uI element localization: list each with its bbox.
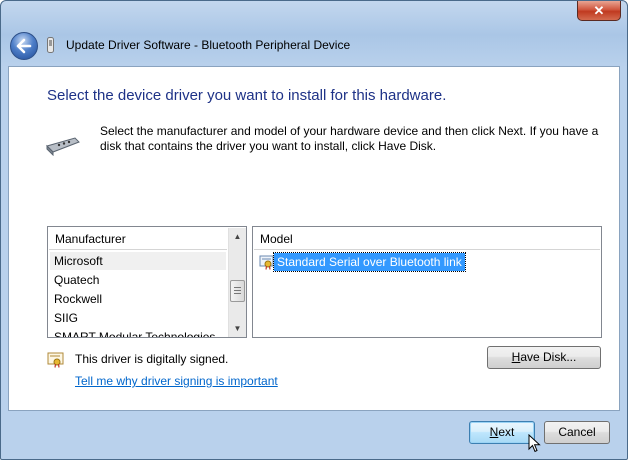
next-label: ext [498, 425, 515, 439]
scroll-down-arrow-icon[interactable]: ▼ [229, 320, 246, 337]
bluetooth-device-icon [47, 37, 54, 53]
manufacturer-item[interactable]: Rockwell [54, 292, 102, 306]
dialog-window: ✕ Update Driver Software - Bluetooth Per… [0, 0, 628, 460]
driver-certificate-icon [259, 255, 274, 270]
window-title: Update Driver Software - Bluetooth Perip… [66, 38, 351, 52]
signing-status-text: This driver is digitally signed. [75, 352, 229, 366]
back-button[interactable] [10, 32, 38, 60]
manufacturer-listbox[interactable]: Manufacturer Microsoft Quatech Rockwell … [47, 226, 247, 338]
page-heading: Select the device driver you want to ins… [47, 87, 447, 104]
scroll-up-arrow-icon[interactable]: ▲ [229, 228, 246, 245]
have-disk-label: ave Disk... [520, 350, 577, 364]
manufacturer-item[interactable]: SIIG [54, 311, 78, 325]
cancel-button[interactable]: Cancel [544, 421, 610, 444]
model-header-label: Model [260, 232, 293, 246]
model-listbox[interactable]: Model Standard Serial over Bluetooth lin… [252, 226, 602, 338]
back-arrow-icon [16, 38, 32, 54]
instructions-text: Select the manufacturer and model of you… [100, 124, 599, 153]
driver-signing-link[interactable]: Tell me why driver signing is important [75, 374, 278, 388]
hardware-connector-icon [46, 137, 80, 156]
manufacturer-item[interactable]: Quatech [54, 273, 99, 287]
model-item-label: Standard Serial over Bluetooth link [273, 252, 466, 272]
manufacturer-item[interactable]: SMART Modular Technologies [54, 330, 215, 337]
manufacturer-item[interactable]: Microsoft [54, 254, 103, 268]
manufacturer-scrollbar[interactable]: ▲ ▼ [228, 228, 246, 337]
manufacturer-header-label: Manufacturer [55, 232, 126, 246]
signed-certificate-icon [47, 352, 64, 368]
scroll-thumb[interactable] [230, 280, 245, 302]
mouse-cursor-icon [528, 434, 541, 453]
next-button[interactable]: Next [469, 421, 535, 444]
model-column-header[interactable]: Model [254, 228, 600, 250]
have-disk-button[interactable]: Have Disk... [487, 346, 601, 369]
close-button[interactable]: ✕ [577, 1, 621, 21]
manufacturer-column-header[interactable]: Manufacturer [49, 228, 227, 250]
